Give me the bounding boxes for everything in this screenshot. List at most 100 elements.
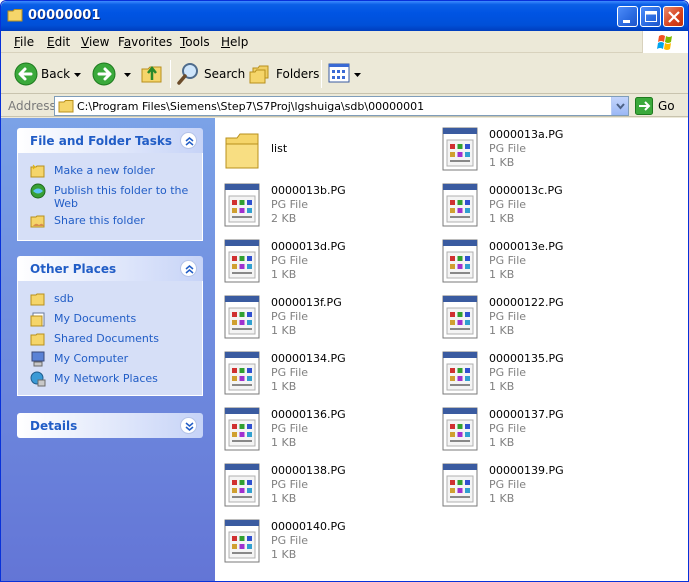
file-size: 1 KB bbox=[271, 324, 297, 337]
file-folder-tasks-header[interactable]: File and Folder Tasks bbox=[17, 128, 203, 153]
go-button[interactable]: Go bbox=[634, 97, 686, 115]
forward-button[interactable] bbox=[91, 60, 133, 88]
views-dropdown-icon[interactable] bbox=[354, 73, 361, 77]
file-type: PG File bbox=[489, 142, 527, 155]
folder-icon bbox=[30, 293, 45, 306]
menu-file[interactable]: File bbox=[14, 35, 34, 49]
file-item[interactable]: 00000139.PG PG File 1 KB bbox=[441, 462, 651, 512]
file-size: 1 KB bbox=[271, 268, 297, 281]
file-item[interactable]: 0000013d.PG PG File 1 KB bbox=[223, 238, 433, 288]
file-type: PG File bbox=[271, 478, 309, 491]
pg-file-icon bbox=[223, 518, 263, 566]
close-button[interactable] bbox=[663, 6, 684, 27]
file-name: 0000013a.PG bbox=[489, 128, 564, 141]
other-places-header[interactable]: Other Places bbox=[17, 256, 203, 281]
menu-tools[interactable]: Tools bbox=[180, 35, 210, 49]
close-icon bbox=[668, 11, 680, 23]
file-name: 0000013d.PG bbox=[271, 240, 346, 253]
menu-help[interactable]: Help bbox=[221, 35, 248, 49]
folder-icon bbox=[58, 100, 74, 113]
file-name: list bbox=[271, 142, 288, 155]
pg-file-icon bbox=[441, 182, 481, 230]
file-item[interactable]: 00000135.PG PG File 1 KB bbox=[441, 350, 651, 400]
file-item[interactable]: 0000013c.PG PG File 1 KB bbox=[441, 182, 651, 232]
new-folder-icon bbox=[30, 164, 45, 178]
file-item[interactable]: 00000136.PG PG File 1 KB bbox=[223, 406, 433, 456]
shared-folder-icon bbox=[30, 333, 45, 346]
file-item[interactable]: 00000122.PG PG File 1 KB bbox=[441, 294, 651, 344]
panel-title: Details bbox=[30, 419, 78, 433]
details-header[interactable]: Details bbox=[17, 413, 203, 438]
search-icon bbox=[177, 63, 198, 85]
file-type: PG File bbox=[489, 310, 527, 323]
menu-bar: File Edit View Favorites Tools Help bbox=[1, 31, 688, 53]
file-name: 00000134.PG bbox=[271, 352, 346, 365]
maximize-button[interactable] bbox=[640, 6, 661, 27]
file-name: 0000013f.PG bbox=[271, 296, 342, 309]
pg-file-icon bbox=[441, 294, 481, 342]
folder-icon bbox=[7, 9, 23, 22]
file-name: 00000135.PG bbox=[489, 352, 564, 365]
minimize-button[interactable] bbox=[617, 6, 638, 27]
forward-dropdown-icon[interactable] bbox=[124, 73, 131, 77]
collapse-button[interactable] bbox=[180, 132, 197, 149]
address-label: Address bbox=[8, 99, 56, 113]
file-name: 00000137.PG bbox=[489, 408, 564, 421]
back-button[interactable]: Back bbox=[11, 60, 83, 88]
address-dropdown-button[interactable] bbox=[611, 97, 628, 115]
toolbar: Back Search Folders bbox=[1, 54, 688, 94]
menu-view[interactable]: View bbox=[81, 35, 109, 49]
back-dropdown-icon[interactable] bbox=[74, 73, 81, 77]
toolbar-separator bbox=[170, 60, 171, 88]
network-icon bbox=[30, 371, 46, 387]
pg-file-icon bbox=[441, 406, 481, 454]
back-arrow-icon bbox=[14, 62, 38, 86]
search-button[interactable]: Search bbox=[175, 60, 245, 88]
file-name: 00000140.PG bbox=[271, 520, 346, 533]
file-item[interactable]: 00000137.PG PG File 1 KB bbox=[441, 406, 651, 456]
file-item[interactable]: 0000013a.PG PG File 1 KB bbox=[441, 126, 651, 176]
folder-icon bbox=[223, 126, 263, 174]
windows-logo bbox=[642, 31, 688, 53]
pg-file-icon bbox=[223, 406, 263, 454]
file-item[interactable]: 00000140.PG PG File 1 KB bbox=[223, 518, 433, 568]
explorer-window: 00000001 File Edit View Favorites Tools … bbox=[0, 0, 689, 582]
up-folder-button[interactable] bbox=[140, 60, 164, 88]
menu-edit[interactable]: Edit bbox=[47, 35, 70, 49]
file-size: 1 KB bbox=[489, 268, 515, 281]
chevron-down-icon bbox=[616, 103, 625, 110]
file-size: 1 KB bbox=[271, 492, 297, 505]
expand-button[interactable] bbox=[180, 417, 197, 434]
minimize-icon bbox=[623, 20, 630, 23]
views-button[interactable] bbox=[327, 60, 361, 88]
pg-file-icon bbox=[223, 462, 263, 510]
folders-label: Folders bbox=[276, 67, 320, 81]
file-size: 1 KB bbox=[271, 548, 297, 561]
pg-file-icon bbox=[223, 182, 263, 230]
file-item[interactable]: 00000138.PG PG File 1 KB bbox=[223, 462, 433, 512]
folders-button[interactable]: Folders bbox=[247, 60, 319, 88]
pg-file-icon bbox=[223, 350, 263, 398]
computer-icon bbox=[31, 351, 45, 367]
file-name: 0000013c.PG bbox=[489, 184, 563, 197]
file-item[interactable]: 0000013e.PG PG File 1 KB bbox=[441, 238, 651, 288]
file-size: 1 KB bbox=[489, 436, 515, 449]
other-places-panel: sdb My Documents Shared Documents My Com… bbox=[17, 281, 203, 396]
pg-file-icon bbox=[223, 294, 263, 342]
file-type: PG File bbox=[271, 198, 309, 211]
file-item[interactable]: 0000013f.PG PG File 1 KB bbox=[223, 294, 433, 344]
menu-favorites[interactable]: Favorites bbox=[118, 35, 172, 49]
panel-title: File and Folder Tasks bbox=[30, 134, 173, 148]
file-type: PG File bbox=[271, 310, 309, 323]
address-input[interactable]: C:\Program Files\Siemens\Step7\S7Proj\lg… bbox=[54, 96, 629, 116]
collapse-button[interactable] bbox=[180, 260, 197, 277]
file-list: list 0000013a.PG PG File 1 KB 0000013b.PG P… bbox=[215, 118, 688, 581]
file-item[interactable]: 0000013b.PG PG File 2 KB bbox=[223, 182, 433, 232]
chevron-down-double-icon bbox=[185, 422, 194, 431]
title-bar[interactable]: 00000001 bbox=[1, 1, 688, 31]
maximize-icon bbox=[645, 11, 657, 22]
file-name: 00000136.PG bbox=[271, 408, 346, 421]
file-type: PG File bbox=[489, 366, 527, 379]
folder-item[interactable]: list bbox=[223, 126, 433, 176]
file-item[interactable]: 00000134.PG PG File 1 KB bbox=[223, 350, 433, 400]
